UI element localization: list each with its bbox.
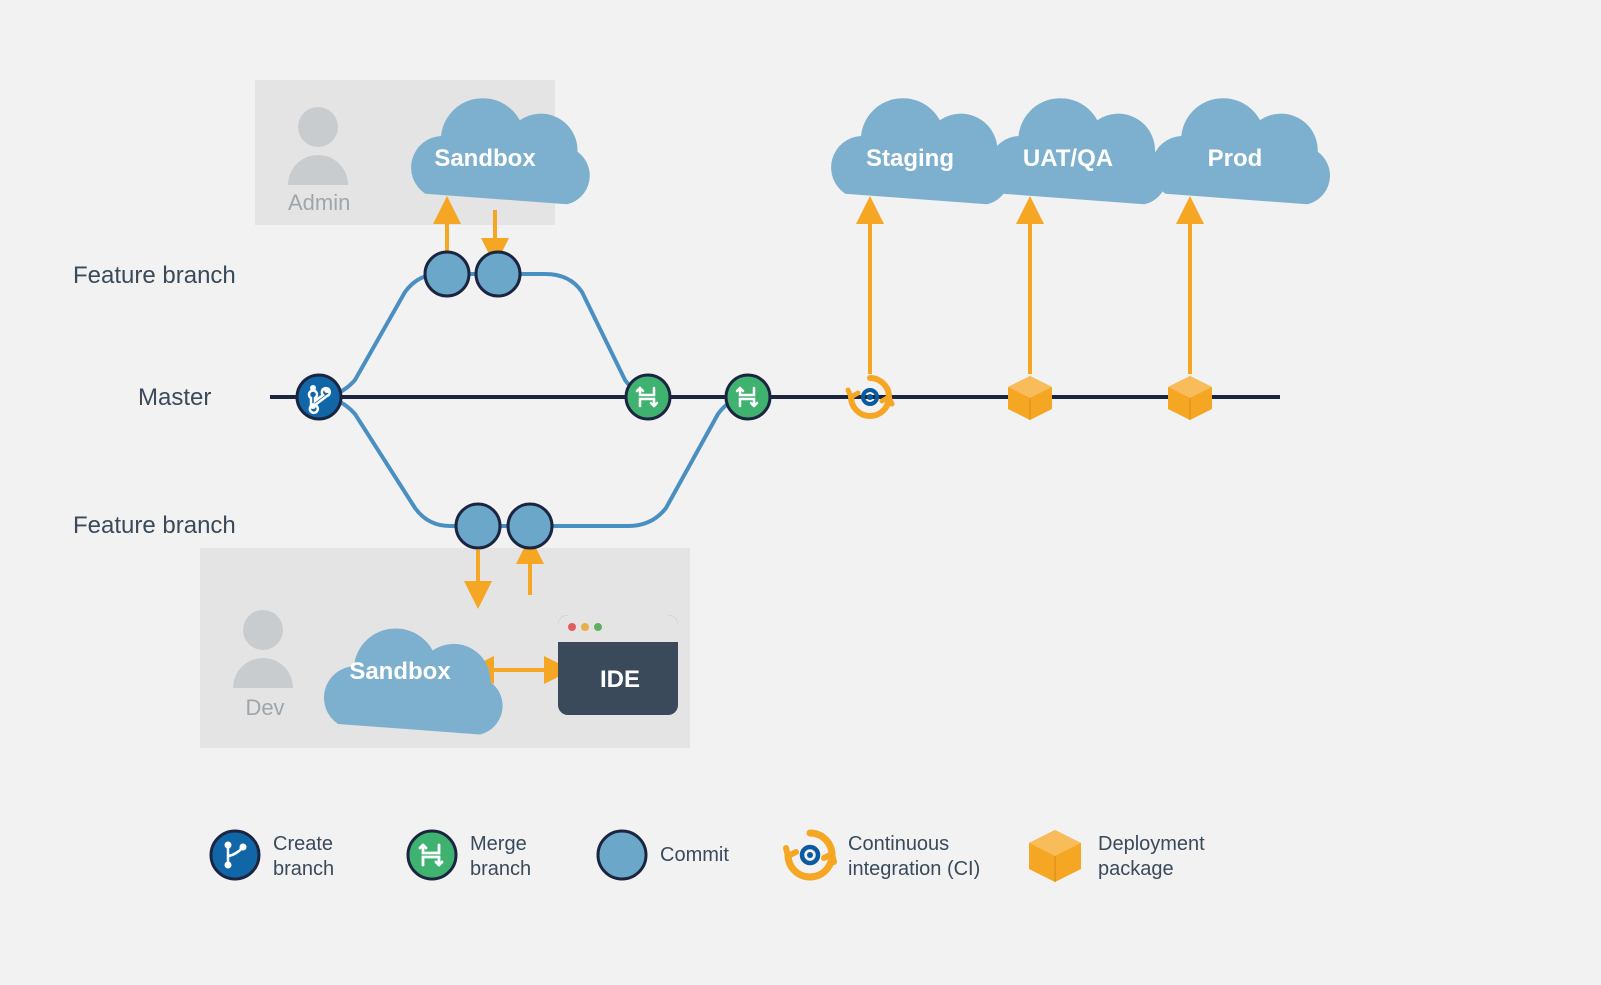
label-feature-top: Feature branch [73,262,236,290]
legend-deploy: Deployment package [1098,832,1205,882]
legend-merge-branch-icon [408,831,456,879]
ide-label: IDE [590,666,650,694]
ide-window [558,615,678,715]
legend-create-branch-icon [211,831,259,879]
legend-ci-icon [786,833,834,877]
cloud-label-uat: UAT/QA [988,145,1148,173]
node-commit-bottom-1 [456,504,500,548]
cloud-label-admin: Sandbox [410,145,560,173]
node-create-branch [297,375,341,419]
cloud-label-staging: Staging [830,145,990,173]
cloud-label-dev: Sandbox [325,658,475,686]
node-deploy-uat [1008,376,1052,420]
node-commit-top-2 [476,252,520,296]
legend-merge-branch: Merge branch [470,832,531,882]
label-admin: Admin [288,190,348,216]
label-dev: Dev [240,695,290,721]
cloud-label-prod: Prod [1155,145,1315,173]
legend-commit-icon [598,831,646,879]
node-deploy-prod [1168,376,1212,420]
legend-deploy-icon [1029,830,1081,882]
node-merge-1 [626,375,670,419]
legend-ci: Continuous integration (CI) [848,832,980,882]
node-commit-bottom-2 [508,504,552,548]
legend-create-branch: Create branch [273,832,334,882]
label-feature-bottom: Feature branch [73,512,236,540]
node-merge-2 [726,375,770,419]
legend-commit: Commit [660,843,729,868]
diagram-canvas [0,0,1601,985]
node-ci [848,378,892,416]
label-master: Master [138,384,211,412]
node-commit-top-1 [425,252,469,296]
